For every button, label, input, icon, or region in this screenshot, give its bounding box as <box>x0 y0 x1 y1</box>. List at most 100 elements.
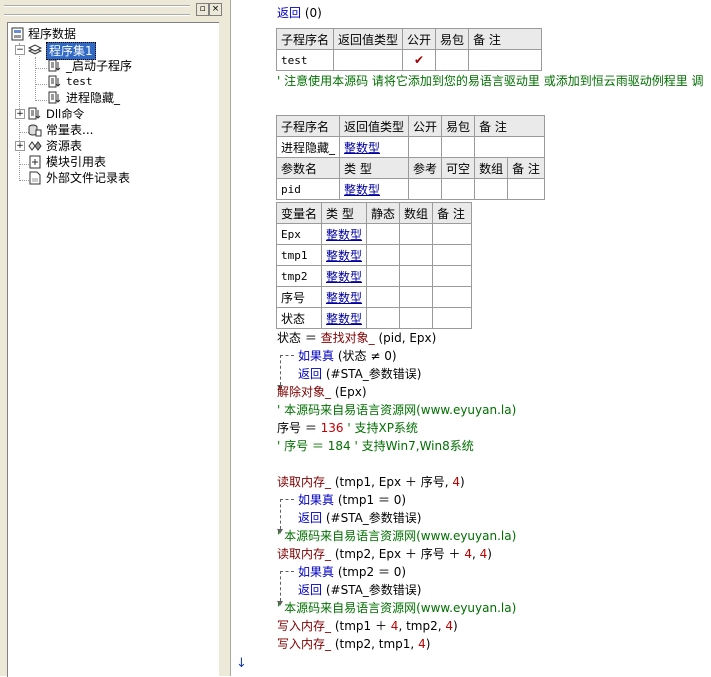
col-header: 数组 <box>399 202 434 224</box>
var-static-cell[interactable] <box>366 244 401 266</box>
var-name-cell[interactable]: Epx <box>275 223 323 245</box>
subprogram-name-cell[interactable]: 进程隐藏_ <box>275 136 341 158</box>
param-name-cell[interactable]: pid <box>275 178 341 200</box>
dll-icon <box>28 107 41 120</box>
close-button[interactable]: × <box>209 3 222 16</box>
var-array-cell[interactable] <box>399 244 434 266</box>
comment-line[interactable]: ' 注意使用本源码 请将它添加到您的易语言驱动里 或添加到恒云雨驱动例程里 调 <box>277 72 704 90</box>
function-call: 查找对象_ <box>320 331 375 345</box>
var-remark-cell[interactable] <box>432 307 473 329</box>
var-array-cell[interactable] <box>399 286 434 308</box>
constants-icon <box>28 124 42 137</box>
tree-root-label: 程序数据 <box>28 27 77 41</box>
caption-grip[interactable] <box>4 5 190 16</box>
code-line[interactable]: 序号 ＝ 136 ' 支持XP系统 <box>277 419 418 437</box>
branch-tick <box>280 571 294 572</box>
remark-cell[interactable] <box>474 136 545 158</box>
code-line[interactable]: 返回 (#STA_参数错误) <box>298 365 421 383</box>
code-text: ) <box>452 619 458 633</box>
resources-icon <box>28 141 42 151</box>
code-line[interactable]: 读取内存_ (tmp2, Epx ＋ 序号 ＋ 4, 4) <box>277 545 492 563</box>
return-type-link[interactable]: 整数型 <box>339 136 410 158</box>
project-tree[interactable]: 程序数据 − 程序集1 _启动子程序 test 进程隐藏_ + Dll命令 常量… <box>7 22 219 677</box>
var-type-link[interactable]: 整数型 <box>321 244 368 266</box>
inline-comment: ' 支持XP系统 <box>343 421 418 435</box>
var-array-cell[interactable] <box>399 307 434 329</box>
col-header: 子程序名 <box>275 115 341 137</box>
code-text: (tmp2, Epx ＋ 序号 ＋ <box>331 547 465 561</box>
col-header: 备 注 <box>507 157 545 179</box>
return-type-cell[interactable] <box>333 49 404 71</box>
comment-line[interactable]: ' 本源码来自易语言资源网(www.eyuyan.la) <box>277 401 516 419</box>
code-line[interactable]: 状态 ＝ 查找对象_ (pid, Epx) <box>277 329 436 347</box>
code-line[interactable]: 读取内存_ (tmp1, Epx ＋ 序号, 4) <box>277 473 465 491</box>
expand-toggle[interactable]: + <box>15 109 25 119</box>
comment-line[interactable]: ' 本源码来自易语言资源网(www.eyuyan.la) <box>277 527 516 545</box>
col-header: 类 型 <box>321 202 368 224</box>
branch-tick <box>280 355 294 356</box>
expand-toggle[interactable]: + <box>15 141 25 151</box>
var-type-link[interactable]: 整数型 <box>321 286 368 308</box>
module-icon <box>29 155 41 169</box>
code-line[interactable]: 写入内存_ (tmp2, tmp1, 4) <box>277 635 430 653</box>
var-static-cell[interactable] <box>366 307 401 329</box>
var-name-cell[interactable]: 序号 <box>275 286 323 308</box>
function-call: 读取内存_ <box>277 547 332 561</box>
var-type-link[interactable]: 整数型 <box>321 307 368 329</box>
function-call: 写入内存_ <box>277 637 332 651</box>
code-line[interactable]: 如果真 (tmp1 ＝ 0) <box>298 491 406 509</box>
return-keyword: 返回 <box>277 6 302 20</box>
param-ref-cell[interactable] <box>408 178 443 200</box>
comment-line[interactable]: ' 序号 ＝ 184 ' 支持Win7,Win8系统 <box>277 437 474 455</box>
code-line[interactable]: 如果真 (状态 ≠ 0) <box>298 347 397 365</box>
subprogram-name-cell[interactable]: test <box>275 49 335 71</box>
var-name-cell[interactable]: 状态 <box>275 307 323 329</box>
comment-line[interactable]: ' 本源码来自易语言资源网(www.eyuyan.la) <box>277 599 516 617</box>
param-nullable-cell[interactable] <box>441 178 476 200</box>
subprogram-icon <box>48 75 61 88</box>
collapse-toggle[interactable]: − <box>15 45 25 55</box>
code-line[interactable]: 返回 (#STA_参数错误) <box>298 509 421 527</box>
param-array-cell[interactable] <box>474 178 509 200</box>
var-name-cell[interactable]: tmp2 <box>275 265 323 287</box>
number-literal: 4 <box>464 547 472 561</box>
col-header: 公开 <box>402 28 437 50</box>
code-line[interactable]: 解除对象_ (Epx) <box>277 383 367 401</box>
tree-item-label: Dll命令 <box>46 107 85 121</box>
code-line[interactable]: 写入内存_ (tmp1 ＋ 4, tmp2, 4) <box>277 617 458 635</box>
epackage-cell[interactable] <box>441 136 476 158</box>
epackage-cell[interactable] <box>435 49 470 71</box>
var-static-cell[interactable] <box>366 265 401 287</box>
code-text: 状态 ＝ <box>277 331 321 345</box>
col-header: 易包 <box>441 115 476 137</box>
col-header: 参考 <box>408 157 443 179</box>
var-static-cell[interactable] <box>366 223 401 245</box>
tree-item-label: 资源表 <box>46 139 83 153</box>
param-type-link[interactable]: 整数型 <box>339 178 410 200</box>
public-cell[interactable] <box>408 136 443 158</box>
branch-tick <box>280 499 294 500</box>
var-remark-cell[interactable] <box>432 286 473 308</box>
var-type-link[interactable]: 整数型 <box>321 223 368 245</box>
code-editor[interactable]: 返回 (0) 子程序名 返回值类型 公开 易包 备 注 test ✔ ' 注意使… <box>251 0 711 676</box>
col-header: 静态 <box>366 202 401 224</box>
restore-button[interactable]: ▫ <box>196 3 209 16</box>
var-remark-cell[interactable] <box>432 223 473 245</box>
code-line[interactable]: 返回 (0) <box>277 4 322 22</box>
param-remark-cell[interactable] <box>507 178 545 200</box>
public-checkmark-icon[interactable]: ✔ <box>402 49 437 71</box>
code-line[interactable]: 如果真 (tmp2 ＝ 0) <box>298 563 406 581</box>
function-call: 解除对象_ <box>277 385 332 399</box>
var-type-link[interactable]: 整数型 <box>321 265 368 287</box>
var-array-cell[interactable] <box>399 265 434 287</box>
tree-item-label: test <box>66 75 93 88</box>
var-static-cell[interactable] <box>366 286 401 308</box>
var-name-cell[interactable]: tmp1 <box>275 244 323 266</box>
remark-cell[interactable] <box>468 49 543 71</box>
return-args: (0) <box>301 6 322 20</box>
code-line[interactable]: 返回 (#STA_参数错误) <box>298 581 421 599</box>
col-header: 公开 <box>408 115 443 137</box>
var-remark-cell[interactable] <box>432 244 473 266</box>
var-remark-cell[interactable] <box>432 265 473 287</box>
var-array-cell[interactable] <box>399 223 434 245</box>
